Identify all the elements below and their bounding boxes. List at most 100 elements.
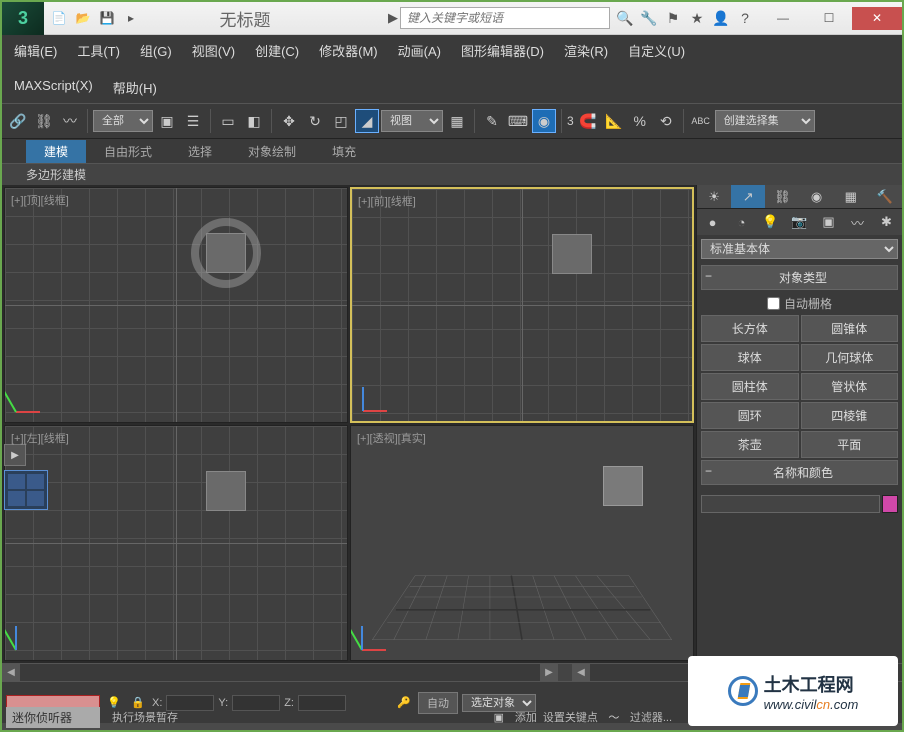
abc-icon[interactable]: ABC — [689, 109, 713, 133]
help-icon[interactable]: ? — [734, 7, 756, 29]
coord-icon[interactable]: ◢ — [355, 109, 379, 133]
keyfilter-icon[interactable]: 〜 — [604, 707, 624, 727]
ribbon-tab[interactable]: 自由形式 — [86, 140, 170, 163]
primitive-button[interactable]: 平面 — [801, 431, 899, 458]
binocular-icon[interactable]: 🔍 — [614, 7, 636, 29]
app-icon[interactable]: 3 — [2, 2, 44, 35]
move-icon[interactable]: ✥ — [277, 109, 301, 133]
maximize-button[interactable]: ☐ — [806, 7, 852, 30]
menu-item[interactable]: 编辑(E) — [14, 41, 57, 60]
angle-snap-icon[interactable]: 📐 — [602, 109, 626, 133]
cmd-tab-hierarchy-icon[interactable]: ⛓ — [765, 185, 799, 208]
viewport-label[interactable]: [+][透视][真实] — [357, 430, 426, 446]
cmd-tab-create-icon[interactable]: ☀ — [697, 185, 731, 208]
primitive-button[interactable]: 长方体 — [701, 315, 799, 342]
ribbon-tab[interactable]: 填充 — [314, 140, 374, 163]
menu-item[interactable]: 视图(V) — [192, 41, 235, 60]
primitive-button[interactable]: 茶壶 — [701, 431, 799, 458]
pivot-icon[interactable]: ▦ — [445, 109, 469, 133]
rollout-object-type[interactable]: −对象类型 — [701, 265, 898, 290]
cmd-tab-display-icon[interactable]: ▦ — [834, 185, 868, 208]
rotate-icon[interactable]: ↻ — [303, 109, 327, 133]
snap2d-icon[interactable]: ◉ — [532, 109, 556, 133]
refcoord-dropdown[interactable]: 视图 — [381, 110, 443, 132]
viewport-label[interactable]: [+][前][线框] — [358, 193, 416, 209]
viewcube-persp[interactable] — [603, 466, 643, 506]
primitive-button[interactable]: 圆锥体 — [801, 315, 899, 342]
selection-filter-dropdown[interactable]: 全部 — [93, 110, 153, 132]
timeline-track[interactable] — [20, 664, 540, 681]
timeline-left2-icon[interactable]: ◀ — [572, 664, 590, 681]
rollout-name-color[interactable]: −名称和颜色 — [701, 460, 898, 485]
rect-select-icon[interactable]: ▭ — [216, 109, 240, 133]
viewcube-front[interactable] — [552, 234, 592, 274]
timeline-left-icon[interactable]: ◀ — [2, 664, 20, 681]
shapes-icon[interactable]: ◔ — [728, 211, 755, 233]
manip-icon[interactable]: ✎ — [480, 109, 504, 133]
viewcube-left[interactable] — [206, 471, 246, 511]
snap3-icon[interactable]: 🧲 — [576, 109, 600, 133]
star-icon[interactable]: ★ — [686, 7, 708, 29]
menu-item[interactable]: 创建(C) — [255, 41, 299, 60]
lights-icon[interactable]: 💡 — [757, 211, 784, 233]
link-icon[interactable]: 🔗 — [6, 109, 30, 133]
menu-item[interactable]: 修改器(M) — [319, 41, 378, 60]
viewport-layout-thumb[interactable] — [4, 470, 48, 510]
spinner-snap-icon[interactable]: ⟲ — [654, 109, 678, 133]
cmd-tab-motion-icon[interactable]: ◉ — [800, 185, 834, 208]
viewcube-top[interactable] — [206, 233, 246, 273]
ribbon-tab[interactable]: 对象绘制 — [230, 140, 314, 163]
setkey-label[interactable]: 设置关键点 — [543, 709, 598, 725]
primitive-button[interactable]: 圆柱体 — [701, 373, 799, 400]
primitive-button[interactable]: 四棱锥 — [801, 402, 899, 429]
unlink-icon[interactable]: ⛓ — [32, 109, 56, 133]
window-cross-icon[interactable]: ◧ — [242, 109, 266, 133]
menu-item[interactable]: 帮助(H) — [113, 78, 157, 97]
filter-label[interactable]: 过滤器... — [630, 709, 672, 725]
viewport-front[interactable]: [+][前][线框] — [350, 187, 694, 423]
select-icon[interactable]: ▣ — [155, 109, 179, 133]
spacewarps-icon[interactable]: 〰 — [844, 211, 871, 233]
cmd-tab-utilities-icon[interactable]: 🔨 — [868, 185, 902, 208]
helpers-icon[interactable]: ▣ — [815, 211, 842, 233]
primitive-button[interactable]: 管状体 — [801, 373, 899, 400]
menu-item[interactable]: 渲染(R) — [564, 41, 608, 60]
wrench-icon[interactable]: 🔧 — [638, 7, 660, 29]
timeline-right-icon[interactable]: ▶ — [540, 664, 558, 681]
menu-item[interactable]: 自定义(U) — [628, 41, 685, 60]
menu-item[interactable]: 工具(T) — [77, 41, 120, 60]
menu-item[interactable]: 图形编辑器(D) — [461, 41, 544, 60]
object-color-swatch[interactable] — [882, 495, 898, 513]
cmd-tab-modify-icon[interactable]: ↗ — [731, 185, 765, 208]
select-name-icon[interactable]: ☰ — [181, 109, 205, 133]
viewport-label[interactable]: [+][左][线框] — [11, 430, 69, 446]
close-button[interactable]: ✕ — [852, 7, 902, 30]
viewport-top[interactable]: [+][顶][线框] — [4, 187, 348, 423]
keyboard-icon[interactable]: ⌨ — [506, 109, 530, 133]
cameras-icon[interactable]: 📷 — [786, 211, 813, 233]
ribbon-tab[interactable]: 选择 — [170, 140, 230, 163]
menu-item[interactable]: MAXScript(X) — [14, 78, 93, 97]
systems-icon[interactable]: ✱ — [873, 211, 900, 233]
geom-icon[interactable]: ● — [699, 211, 726, 233]
ribbon-tab[interactable]: 建模 — [26, 140, 86, 163]
percent-snap-icon[interactable]: % — [628, 109, 652, 133]
primitive-button[interactable]: 几何球体 — [801, 344, 899, 371]
category-dropdown[interactable]: 标准基本体 — [701, 239, 898, 259]
named-set-dropdown[interactable]: 创建选择集 — [715, 110, 815, 132]
search-arrow-icon[interactable]: ▶ — [388, 10, 398, 26]
primitive-button[interactable]: 圆环 — [701, 402, 799, 429]
flag-icon[interactable]: ⚑ — [662, 7, 684, 29]
scale-icon[interactable]: ◰ — [329, 109, 353, 133]
primitive-button[interactable]: 球体 — [701, 344, 799, 371]
autogrid-checkbox[interactable] — [767, 297, 780, 310]
addtime-icon[interactable]: ▣ — [489, 707, 509, 727]
object-name-input[interactable] — [701, 495, 880, 513]
menu-item[interactable]: 动画(A) — [398, 41, 441, 60]
qat-open-icon[interactable]: 📂 — [72, 7, 94, 29]
qat-new-icon[interactable]: 📄 — [48, 7, 70, 29]
nav-expand-button[interactable]: ▶ — [4, 444, 26, 466]
search-input[interactable] — [400, 7, 610, 29]
menu-item[interactable]: 组(G) — [140, 41, 172, 60]
viewport-label[interactable]: [+][顶][线框] — [11, 192, 69, 208]
